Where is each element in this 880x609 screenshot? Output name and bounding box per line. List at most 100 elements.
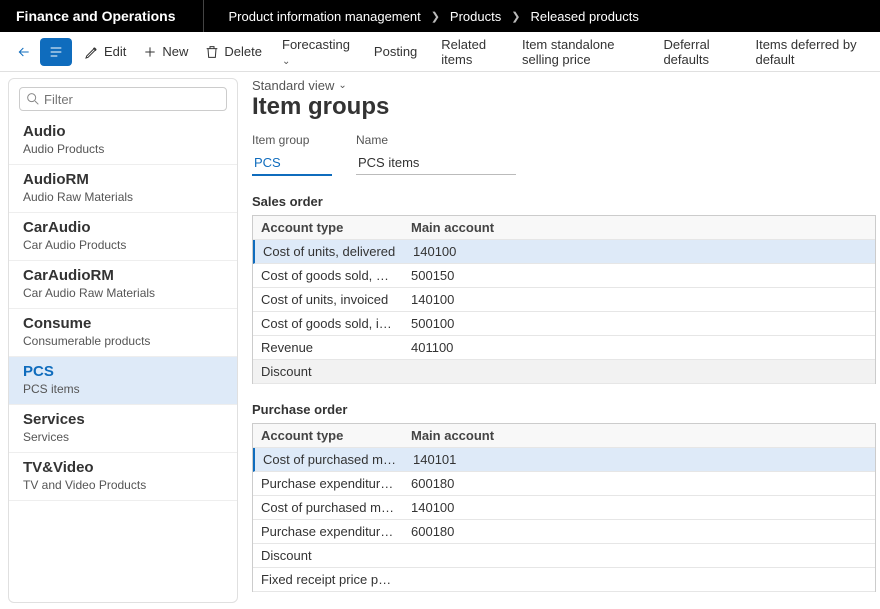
sidebar-item-title: Audio [23,123,223,140]
sidebar-item-caraudiorm[interactable]: CarAudioRM Car Audio Raw Materials [9,261,237,309]
table-row[interactable]: Revenue401100 [253,336,875,360]
sidebar-item-title: PCS [23,363,223,380]
form-row: Item group PCS Name PCS items [252,133,876,176]
item-group-label: Item group [252,133,332,147]
table-row[interactable]: Cost of units, delivered140100 [253,240,875,264]
purchase-order-table: Account type Main account Cost of purcha… [252,423,876,592]
table-header: Account type Main account [253,216,875,240]
account-type-cell: Cost of goods sold, deliv... [253,265,403,286]
table-header: Account type Main account [253,424,875,448]
standalone-price-button[interactable]: Item standalone selling price [510,31,651,73]
col-main-account[interactable]: Main account [403,217,875,238]
col-account-type[interactable]: Account type [253,425,403,446]
item-group-value[interactable]: PCS [252,151,332,176]
sidebar-item-services[interactable]: Services Services [9,405,237,453]
table-row[interactable]: Cost of goods sold, deliv...500150 [253,264,875,288]
app-header: Finance and Operations Product informati… [0,0,880,32]
main-account-cell: 140100 [403,497,875,518]
table-row[interactable]: Discount [253,360,875,384]
items-deferred-button[interactable]: Items deferred by default [743,31,870,73]
sidebar-item-consume[interactable]: ConsumeConsumerable products [9,309,237,357]
name-field: Name PCS items [356,133,516,176]
sidebar-item-subtitle: Audio Products [23,142,223,156]
standard-view-label: Standard view [252,78,334,93]
sidebar-item-audio[interactable]: Audio Audio Products [9,117,237,165]
forecasting-label: Forecasting [282,37,350,52]
table-row[interactable]: Discount [253,544,875,568]
back-button[interactable] [10,38,38,66]
breadcrumb-item[interactable]: Products [450,9,501,24]
sidebar-item-title: CarAudioRM [23,267,223,284]
posting-button[interactable]: Posting [362,38,429,65]
new-label: New [162,44,188,59]
main-account-cell: 140100 [403,289,875,310]
new-button[interactable]: New [134,40,196,64]
table-row[interactable]: Purchase expenditure for...600180 [253,520,875,544]
col-account-type[interactable]: Account type [253,217,403,238]
table-row[interactable]: Fixed receipt price profit [253,568,875,592]
sidebar-item-tv&video[interactable]: TV&Video TV and Video Products [9,453,237,501]
delete-button[interactable]: Delete [196,40,270,64]
name-value[interactable]: PCS items [356,151,516,175]
sidebar-item-subtitle: Services [23,430,223,444]
account-type-cell: Fixed receipt price profit [253,569,403,590]
sidebar-item-pcs[interactable]: PCSPCS items [9,357,237,405]
table-row[interactable]: Cost of purchased materi...140101 [253,448,875,472]
related-items-button[interactable]: Related items [429,31,510,73]
account-type-cell: Purchase expenditure for... [253,521,403,542]
sidebar-item-title: AudioRM [23,171,223,188]
table-row[interactable]: Cost of units, invoiced140100 [253,288,875,312]
main-account-cell: 140100 [405,241,875,262]
item-group-field: Item group PCS [252,133,332,176]
main-account-cell [403,577,875,583]
lines-icon [48,44,64,60]
account-type-cell: Cost of purchased materi... [255,449,405,470]
sidebar-item-caraudio[interactable]: CarAudioCar Audio Products [9,213,237,261]
name-label: Name [356,133,516,147]
pencil-icon [84,44,100,60]
trash-icon [204,44,220,60]
sidebar-item-subtitle: Car Audio Raw Materials [23,286,223,300]
forecasting-menu[interactable]: Forecasting ⌄ [270,31,362,73]
table-row[interactable]: Cost of goods sold, invoi...500100 [253,312,875,336]
toolbar: Edit New Delete Forecasting ⌄ Posting Re… [0,32,880,72]
sidebar-item-title: TV&Video [23,459,223,476]
page-title: Item groups [252,93,876,121]
sidebar: Audio Audio Products AudioRM Audio Raw Mate… [8,78,238,603]
account-type-cell: Revenue [253,337,403,358]
lines-button[interactable] [40,38,72,66]
breadcrumb: Product information management ❯ Product… [228,9,638,24]
sidebar-item-subtitle: TV and Video Products [23,478,223,492]
breadcrumb-item[interactable]: Released products [530,9,638,24]
sidebar-item-title: Consume [23,315,223,332]
account-type-cell: Purchase expenditure, un... [253,473,403,494]
purchase-order-section-title: Purchase order [252,402,876,417]
sidebar-item-subtitle: Car Audio Products [23,238,223,252]
main-account-cell: 600180 [403,521,875,542]
chevron-down-icon: ⌄ [338,80,346,91]
app-title: Finance and Operations [16,0,204,32]
search-icon [25,91,41,107]
edit-button[interactable]: Edit [76,40,134,64]
col-main-account[interactable]: Main account [403,425,875,446]
table-row[interactable]: Cost of purchased materi...140100 [253,496,875,520]
main: Audio Audio Products AudioRM Audio Raw Mate… [0,72,880,609]
main-account-cell: 500150 [403,265,875,286]
breadcrumb-item[interactable]: Product information management [228,9,420,24]
arrow-left-icon [16,44,32,60]
delete-label: Delete [224,44,262,59]
chevron-down-icon: ⌄ [282,56,290,67]
sidebar-item-title: Services [23,411,223,428]
sidebar-item-audiorm[interactable]: AudioRM Audio Raw Materials [9,165,237,213]
main-account-cell: 600180 [403,473,875,494]
account-type-cell: Discount [253,545,403,566]
content: Standard view ⌄ Item groups Item group P… [238,72,880,609]
chevron-right-icon: ❯ [431,10,440,23]
deferral-defaults-button[interactable]: Deferral defaults [651,31,743,73]
standard-view-menu[interactable]: Standard view ⌄ [252,78,347,93]
sidebar-item-subtitle: Audio Raw Materials [23,190,223,204]
filter-input[interactable] [19,87,227,111]
sales-order-section-title: Sales order [252,194,876,209]
table-row[interactable]: Purchase expenditure, un...600180 [253,472,875,496]
account-type-cell: Cost of goods sold, invoi... [253,313,403,334]
